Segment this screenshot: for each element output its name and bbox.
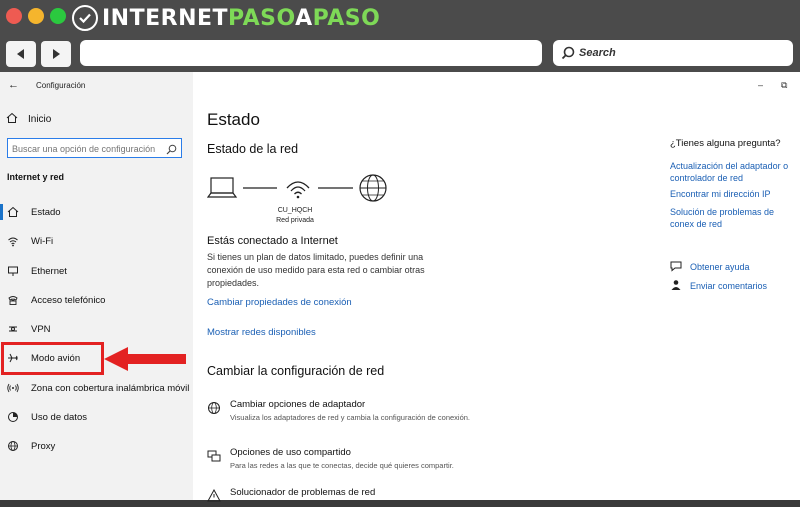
sharing-icon [207, 449, 221, 468]
send-feedback-link[interactable]: Enviar comentarios [670, 279, 767, 293]
settings-sidebar: ← Configuración Inicio Internet y red Es… [0, 72, 193, 500]
settings-header: ← Configuración [0, 78, 193, 94]
sidebar-item-data-usage[interactable]: Uso de datos [0, 405, 193, 429]
highlight-box [1, 342, 104, 375]
red-arrow-icon [104, 347, 186, 371]
globe-icon [7, 440, 25, 452]
warning-icon [207, 488, 221, 507]
browser-nav-bar: Search [0, 36, 800, 72]
back-arrow-icon[interactable]: ← [8, 79, 19, 91]
adapter-update-link-text: Actualización del adaptador o controlado… [670, 161, 789, 183]
logo-text-paso: PASO [228, 5, 296, 31]
browser-search-field[interactable]: Search [553, 40, 793, 66]
help-question: ¿Tienes alguna pregunta? [670, 138, 781, 149]
arrow-left-icon [17, 49, 24, 59]
settings-window: ← Configuración Inicio Internet y red Es… [0, 72, 800, 502]
search-icon [561, 46, 575, 60]
home-label: Inicio [28, 114, 52, 125]
logo-text: INTERNETPASOAPASO [102, 6, 380, 31]
option-sharing[interactable]: Opciones de uso compartido Para las rede… [207, 447, 477, 477]
section-label-internet: Internet y red [7, 172, 65, 182]
arrow-right-icon [53, 49, 60, 59]
sidebar-item-vpn[interactable]: VPN [0, 317, 193, 341]
computer-icon [207, 177, 238, 198]
sidebar-item-label: Estado [31, 206, 61, 218]
maximize-window-button[interactable] [50, 8, 66, 24]
settings-title: Configuración [36, 81, 86, 90]
network-status-heading: Estado de la red [207, 142, 299, 156]
ethernet-icon [7, 265, 25, 277]
internet-globe-icon [359, 174, 387, 202]
restore-icon[interactable]: ⧉ [781, 80, 787, 91]
sidebar-item-home[interactable]: Inicio [6, 112, 51, 127]
option-title: Solucionador de problemas de red [230, 487, 376, 498]
sidebar-item-dialup[interactable]: Acceso telefónico [0, 288, 193, 312]
adapter-icon [207, 401, 221, 420]
browser-search-placeholder: Search [579, 47, 616, 59]
network-type: Red privada [276, 217, 314, 224]
page-title: Estado [207, 110, 260, 129]
option-adapter[interactable]: Cambiar opciones de adaptador Visualiza … [207, 399, 477, 429]
wifi-signal-icon [286, 181, 310, 199]
option-title: Opciones de uso compartido [230, 447, 351, 458]
settings-search-input[interactable] [8, 140, 166, 158]
metered-description: Si tienes un plan de datos limitado, pue… [207, 252, 425, 288]
logo-icon [72, 5, 98, 31]
dialup-icon [7, 294, 25, 306]
close-window-button[interactable] [6, 8, 22, 24]
change-config-heading: Cambiar la configuración de red [207, 364, 385, 378]
browser-forward-button[interactable] [41, 41, 71, 67]
settings-search-box[interactable] [7, 138, 182, 158]
sidebar-item-mobile-hotspot[interactable]: Zona con cobertura inalámbrica móvil [0, 376, 193, 400]
network-name-label: CU_HQCH Red privada [265, 206, 325, 226]
minimize-icon[interactable]: – [758, 80, 763, 90]
get-help-label: Obtener ayuda [690, 262, 750, 272]
change-properties-link[interactable]: Cambiar propiedades de conexión [207, 297, 352, 308]
network-name: CU_HQCH [277, 207, 313, 214]
sidebar-item-label: Ethernet [31, 265, 67, 277]
show-networks-link[interactable]: Mostrar redes disponibles [207, 327, 316, 338]
address-bar[interactable] [80, 40, 542, 66]
connection-status-text: Estás conectado a Internet [207, 235, 338, 247]
option-description: Visualiza los adaptadores de red y cambi… [230, 413, 471, 422]
settings-main: – ⧉ Estado Estado de la red CU_HQCH Red … [193, 72, 800, 502]
sidebar-item-label: Acceso telefónico [31, 294, 106, 306]
logo-text-internet: INTERNET [102, 5, 229, 31]
home-icon [7, 206, 25, 218]
adapter-update-link[interactable]: Actualización del adaptador o controlado… [670, 160, 798, 184]
sidebar-item-ethernet[interactable]: Ethernet [0, 259, 193, 283]
vpn-icon [7, 323, 25, 335]
house-icon [6, 112, 18, 127]
troubleshoot-link-text: Solución de problemas de conex de red [670, 207, 775, 229]
sidebar-item-label: Wi-Fi [31, 235, 54, 247]
minimize-window-button[interactable] [28, 8, 44, 24]
data-usage-icon [7, 411, 25, 423]
browser-back-button[interactable] [6, 41, 36, 67]
wifi-icon [7, 235, 25, 247]
feedback-icon [670, 279, 682, 293]
sidebar-item-estado[interactable]: Estado [0, 200, 193, 224]
option-description: Para las redes a las que te conectas, de… [230, 461, 454, 470]
browser-title-bar: INTERNETPASOAPASO [0, 0, 800, 36]
sidebar-item-label: Proxy [31, 440, 56, 452]
logo-text-paso-2: PASO [312, 5, 381, 31]
magnifier-icon[interactable] [166, 142, 177, 160]
sidebar-item-label: VPN [31, 323, 51, 335]
get-help-link[interactable]: Obtener ayuda [670, 260, 750, 274]
option-troubleshooter[interactable]: Solucionador de problemas de red [207, 487, 477, 502]
logo-text-a: A [295, 5, 313, 31]
site-logo: INTERNETPASOAPASO [72, 4, 380, 32]
sidebar-item-label: Uso de datos [31, 411, 87, 423]
sidebar-item-wifi[interactable]: Wi-Fi [0, 229, 193, 253]
troubleshoot-link[interactable]: Solución de problemas de conex de red [670, 206, 800, 230]
hotspot-icon [7, 382, 25, 394]
send-feedback-label: Enviar comentarios [690, 281, 768, 291]
chat-help-icon [670, 260, 682, 274]
sidebar-item-label: Zona con cobertura inalámbrica móvil [31, 382, 190, 394]
find-ip-link[interactable]: Encontrar mi dirección IP [670, 188, 771, 200]
option-title: Cambiar opciones de adaptador [230, 399, 366, 410]
sidebar-item-proxy[interactable]: Proxy [0, 434, 193, 458]
